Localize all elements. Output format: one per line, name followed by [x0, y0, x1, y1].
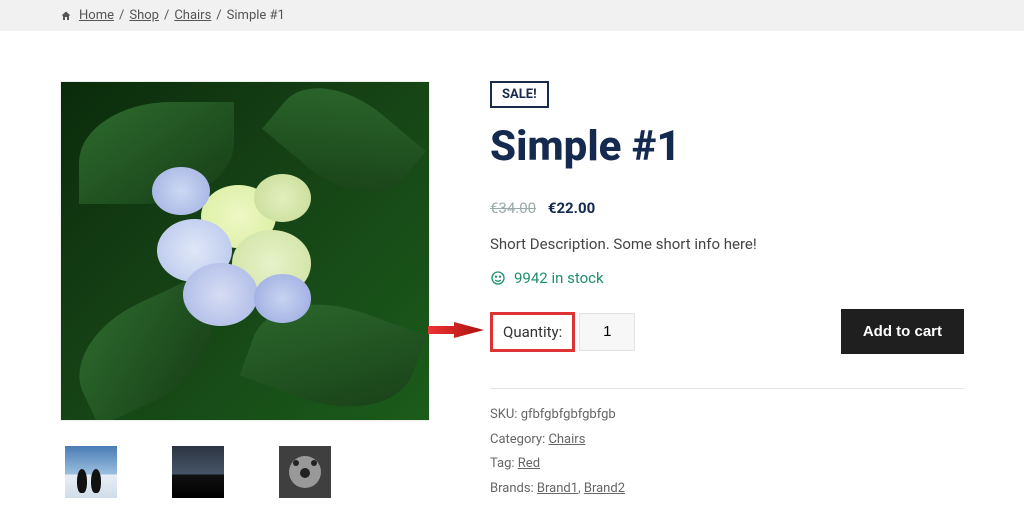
breadcrumb-current: Simple #1 — [227, 8, 285, 23]
product-summary: SALE! Simple #1 €34.00 €22.00 Short Desc… — [490, 81, 964, 502]
sale-badge: SALE! — [490, 81, 549, 108]
meta-sku: SKU: gfbfgbfgbfgbfgb — [490, 403, 964, 428]
quantity-wrapper: Quantity: — [490, 312, 635, 352]
annotation-arrow-icon — [428, 317, 484, 347]
sku-label: SKU: — [490, 407, 521, 422]
price-old: €34.00 — [490, 199, 536, 217]
product-main-image[interactable] — [60, 81, 430, 421]
product-thumbnails — [60, 446, 430, 498]
category-link[interactable]: Chairs — [548, 432, 585, 447]
meta-brands: Brands: Brand1, Brand2 — [490, 477, 964, 502]
product-short-description: Short Description. Some short info here! — [490, 235, 964, 253]
brands-label: Brands: — [490, 481, 537, 496]
tag-link[interactable]: Red — [518, 456, 540, 471]
category-label: Category: — [490, 432, 548, 447]
sku-value: gfbfgbfgbfgbfgb — [521, 407, 616, 422]
smiley-icon — [490, 270, 506, 286]
home-icon — [60, 10, 72, 22]
add-to-cart-button[interactable]: Add to cart — [841, 309, 964, 354]
add-to-cart-row: Quantity: Add to cart — [490, 309, 964, 354]
product-gallery — [60, 81, 430, 502]
product-thumbnail[interactable] — [65, 446, 117, 498]
breadcrumb-sep: / — [164, 8, 169, 23]
price-new: €22.00 — [548, 199, 595, 217]
product-thumbnail[interactable] — [172, 446, 224, 498]
breadcrumb-sep: / — [216, 8, 221, 23]
breadcrumb: Home / Shop / Chairs / Simple #1 — [0, 0, 1024, 31]
product-container: SALE! Simple #1 €34.00 €22.00 Short Desc… — [0, 31, 1024, 532]
product-thumbnail[interactable] — [279, 446, 331, 498]
product-meta: SKU: gfbfgbfgbfgbfgb Category: Chairs Ta… — [490, 403, 964, 502]
quantity-input[interactable] — [579, 313, 635, 351]
brand-link[interactable]: Brand1 — [537, 481, 578, 496]
tag-label: Tag: — [490, 456, 518, 471]
breadcrumb-home[interactable]: Home — [79, 8, 114, 23]
breadcrumb-sep: / — [119, 8, 124, 23]
product-title: Simple #1 — [490, 122, 964, 171]
quantity-label: Quantity: — [490, 312, 575, 352]
meta-category: Category: Chairs — [490, 428, 964, 453]
meta-tag: Tag: Red — [490, 452, 964, 477]
product-stock: 9942 in stock — [490, 269, 964, 287]
breadcrumb-category[interactable]: Chairs — [174, 8, 211, 23]
product-price: €34.00 €22.00 — [490, 199, 964, 217]
meta-separator — [490, 388, 964, 389]
stock-text: 9942 in stock — [514, 269, 604, 287]
breadcrumb-shop[interactable]: Shop — [129, 8, 159, 23]
brand-link[interactable]: Brand2 — [584, 481, 625, 496]
